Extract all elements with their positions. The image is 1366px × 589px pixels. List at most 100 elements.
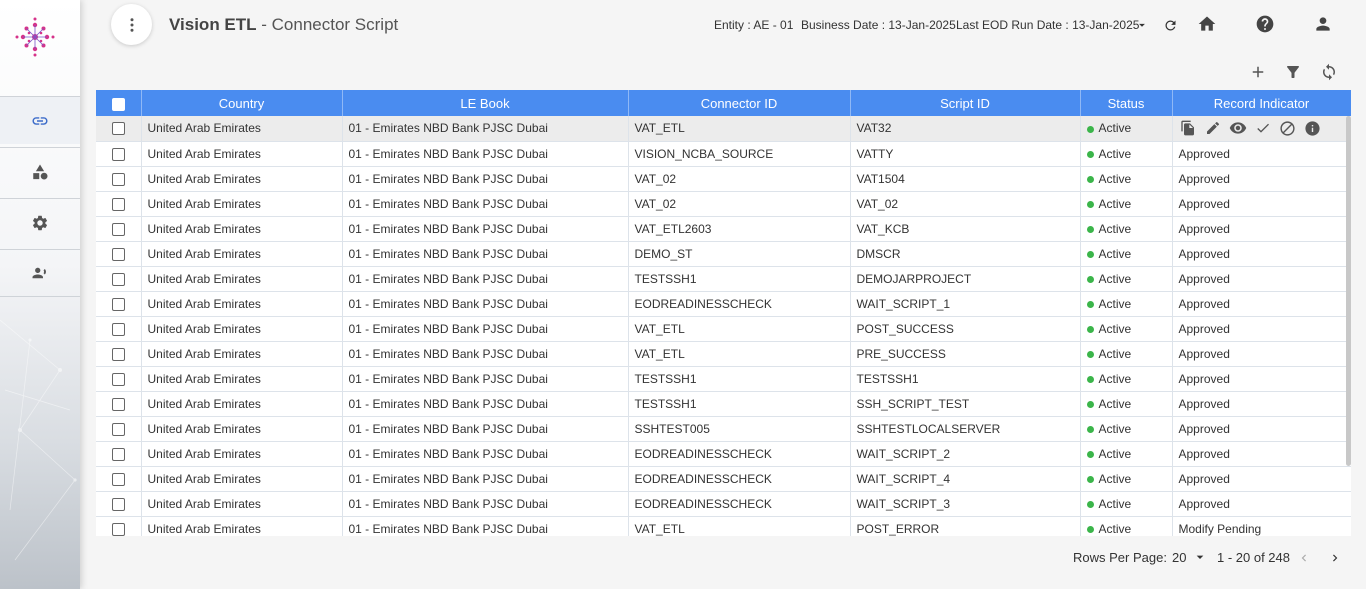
add-button[interactable] [1248, 62, 1268, 82]
profile-button[interactable] [1313, 14, 1333, 34]
row-checkbox[interactable] [111, 497, 125, 511]
cell-status: Active [1080, 491, 1173, 517]
help-button[interactable] [1255, 14, 1275, 34]
table-row[interactable]: United Arab Emirates 01 - Emirates NBD Ba… [96, 166, 1351, 192]
row-checkbox[interactable] [111, 122, 125, 136]
cell-record-indicator: Approved [1172, 491, 1351, 517]
row-checkbox[interactable] [111, 172, 125, 186]
row-select-cell[interactable] [96, 241, 142, 267]
cell-script-id: POST_ERROR [850, 516, 1081, 536]
info-icon[interactable] [1304, 119, 1322, 137]
app-logo[interactable] [14, 16, 56, 58]
cell-script-id: SSHTESTLOCALSERVER [850, 416, 1081, 442]
view-icon[interactable] [1229, 119, 1247, 137]
row-select-cell[interactable] [96, 316, 142, 342]
row-select-cell[interactable] [96, 491, 142, 517]
row-checkbox[interactable] [111, 147, 125, 161]
entity-dropdown-button[interactable] [1132, 15, 1152, 35]
row-checkbox[interactable] [111, 247, 125, 261]
row-checkbox[interactable] [111, 347, 125, 361]
table-row[interactable]: United Arab Emirates 01 - Emirates NBD Ba… [96, 141, 1351, 167]
cell-country: United Arab Emirates [141, 316, 343, 342]
sidebar-item-settings[interactable] [0, 198, 80, 246]
cell-record-indicator: Modify Pending [1172, 516, 1351, 536]
cell-le-book: 01 - Emirates NBD Bank PJSC Dubai [342, 416, 629, 442]
table-row[interactable]: United Arab Emirates 01 - Emirates NBD Ba… [96, 341, 1351, 367]
menu-button[interactable] [111, 4, 152, 45]
row-checkbox[interactable] [111, 372, 125, 386]
table-row[interactable]: United Arab Emirates 01 - Emirates NBD Ba… [96, 291, 1351, 317]
row-select-cell[interactable] [96, 441, 142, 467]
next-page-button[interactable] [1328, 551, 1342, 568]
table-row[interactable]: United Arab Emirates 01 - Emirates NBD Ba… [96, 366, 1351, 392]
reject-icon[interactable] [1279, 119, 1297, 137]
column-header-status[interactable]: Status [1080, 90, 1173, 116]
row-select-cell[interactable] [96, 191, 142, 217]
table-row[interactable]: United Arab Emirates 01 - Emirates NBD Ba… [96, 516, 1351, 536]
column-header-connector-id[interactable]: Connector ID [628, 90, 851, 116]
row-checkbox[interactable] [111, 297, 125, 311]
copy-icon[interactable] [1179, 119, 1197, 137]
row-select-cell[interactable] [96, 266, 142, 292]
rows-per-page-value: 20 [1172, 550, 1187, 565]
row-checkbox[interactable] [111, 397, 125, 411]
column-header-country[interactable]: Country [141, 90, 343, 116]
row-select-cell[interactable] [96, 516, 142, 536]
table-row[interactable]: United Arab Emirates 01 - Emirates NBD Ba… [96, 266, 1351, 292]
table-row[interactable]: United Arab Emirates 01 - Emirates NBD Ba… [96, 416, 1351, 442]
home-button[interactable] [1197, 14, 1217, 34]
row-select-cell[interactable] [96, 416, 142, 442]
row-checkbox[interactable] [111, 197, 125, 211]
refresh-button[interactable] [1160, 15, 1180, 35]
row-checkbox[interactable] [111, 322, 125, 336]
approve-icon[interactable] [1254, 119, 1272, 137]
cell-le-book: 01 - Emirates NBD Bank PJSC Dubai [342, 466, 629, 492]
select-all-checkbox[interactable] [111, 97, 125, 111]
row-select-cell[interactable] [96, 216, 142, 242]
table-row[interactable]: United Arab Emirates 01 - Emirates NBD Ba… [96, 316, 1351, 342]
row-select-cell[interactable] [96, 116, 142, 142]
rows-per-page-select[interactable]: 20 [1172, 550, 1186, 565]
table-row[interactable]: United Arab Emirates 01 - Emirates NBD Ba… [96, 116, 1351, 142]
row-checkbox[interactable] [111, 222, 125, 236]
row-select-cell[interactable] [96, 291, 142, 317]
row-checkbox[interactable] [111, 472, 125, 486]
select-all-cell[interactable] [96, 90, 142, 116]
cell-connector-id: VAT_02 [628, 191, 851, 217]
table-scrollbar[interactable] [1346, 116, 1351, 466]
plus-icon [1252, 66, 1264, 78]
rows-per-page-dropdown[interactable] [1192, 549, 1208, 568]
row-select-cell[interactable] [96, 166, 142, 192]
row-checkbox[interactable] [111, 422, 125, 436]
table-row[interactable]: United Arab Emirates 01 - Emirates NBD Ba… [96, 241, 1351, 267]
sidebar-item-connector[interactable] [0, 96, 80, 144]
row-checkbox[interactable] [111, 447, 125, 461]
row-select-cell[interactable] [96, 391, 142, 417]
column-header-le-book[interactable]: LE Book [342, 90, 629, 116]
table-row[interactable]: United Arab Emirates 01 - Emirates NBD Ba… [96, 216, 1351, 242]
table-row[interactable]: United Arab Emirates 01 - Emirates NBD Ba… [96, 191, 1351, 217]
filter-button[interactable] [1283, 62, 1303, 82]
table-row[interactable]: United Arab Emirates 01 - Emirates NBD Ba… [96, 491, 1351, 517]
row-select-cell[interactable] [96, 366, 142, 392]
row-checkbox[interactable] [111, 272, 125, 286]
row-select-cell[interactable] [96, 341, 142, 367]
row-select-cell[interactable] [96, 141, 142, 167]
table-row[interactable]: United Arab Emirates 01 - Emirates NBD Ba… [96, 466, 1351, 492]
sync-button[interactable] [1319, 62, 1339, 82]
cell-status: Active [1080, 316, 1173, 342]
row-checkbox[interactable] [111, 522, 125, 536]
cell-le-book: 01 - Emirates NBD Bank PJSC Dubai [342, 491, 629, 517]
table-row[interactable]: United Arab Emirates 01 - Emirates NBD Ba… [96, 441, 1351, 467]
sidebar-item-categories[interactable] [0, 147, 80, 195]
table-row[interactable]: United Arab Emirates 01 - Emirates NBD Ba… [96, 391, 1351, 417]
edit-icon[interactable] [1204, 119, 1222, 137]
column-header-record-indicator[interactable]: Record Indicator [1172, 90, 1351, 116]
chevron-right-icon [1333, 554, 1338, 562]
cell-status: Active [1080, 291, 1173, 317]
prev-page-button[interactable] [1297, 551, 1311, 568]
cell-connector-id: VISION_NCBA_SOURCE [628, 141, 851, 167]
column-header-script-id[interactable]: Script ID [850, 90, 1081, 116]
row-select-cell[interactable] [96, 466, 142, 492]
status-text: Active [1098, 521, 1132, 536]
